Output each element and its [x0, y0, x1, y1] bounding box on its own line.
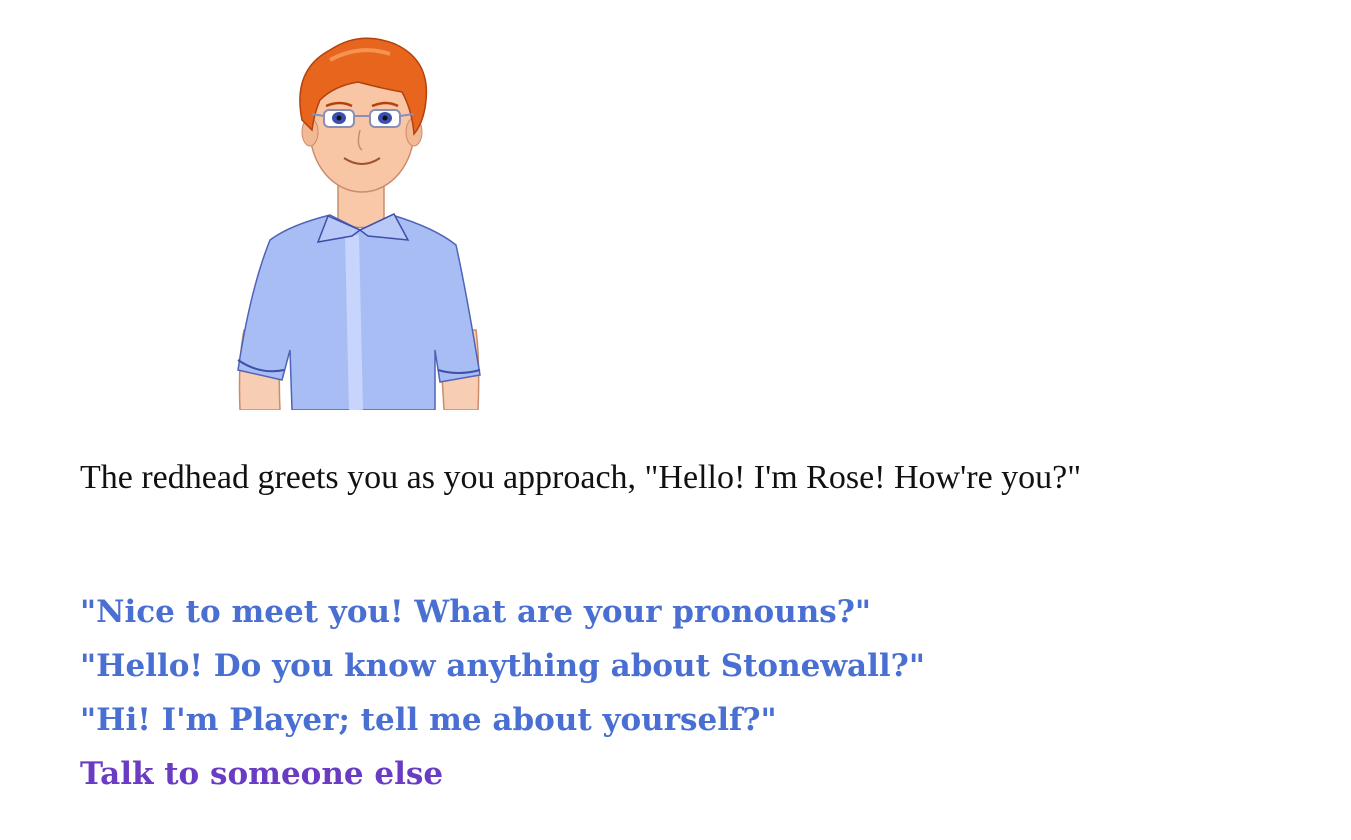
shirt-placket: [345, 234, 363, 410]
choice-ask-pronouns[interactable]: "Nice to meet you! What are your pronoun…: [80, 585, 925, 639]
character-portrait: [237, 37, 481, 410]
narration-text: The redhead greets you as you approach, …: [80, 459, 1082, 496]
choice-introduce-self[interactable]: "Hi! I'm Player; tell me about yourself?…: [80, 693, 925, 747]
dialogue-choices: "Nice to meet you! What are your pronoun…: [80, 585, 925, 801]
choice-ask-stonewall[interactable]: "Hello! Do you know anything about Stone…: [80, 639, 925, 693]
choice-talk-to-someone-else[interactable]: Talk to someone else: [80, 747, 925, 801]
